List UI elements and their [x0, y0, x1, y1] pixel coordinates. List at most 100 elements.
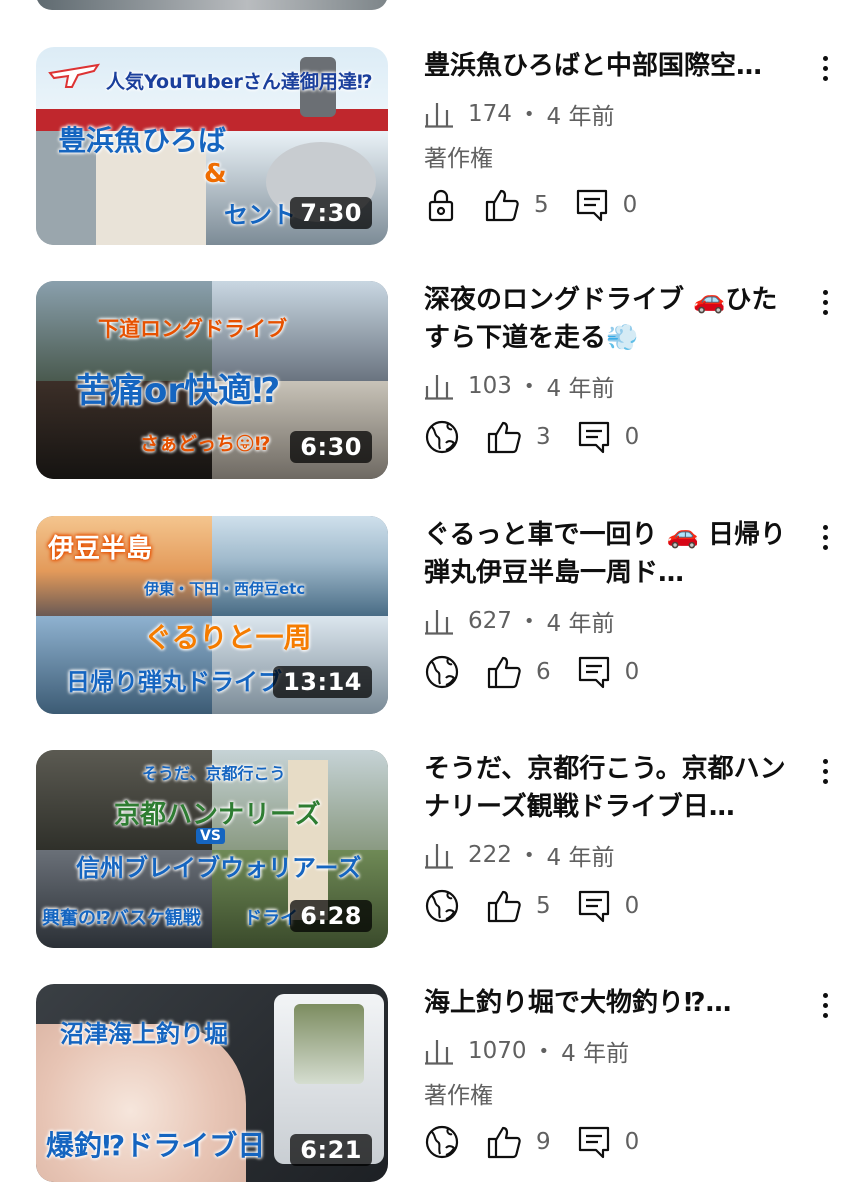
privacy-button[interactable] [424, 188, 458, 222]
copyright-label[interactable]: 著作権 [424, 1076, 794, 1109]
video-title[interactable]: 海上釣り堀で大物釣り⁉… [424, 984, 794, 1022]
view-count: 174 [468, 101, 512, 127]
thumbnail-text: 豊浜魚ひろば [58, 124, 227, 157]
lock-icon [428, 189, 454, 222]
video-title[interactable]: ぐるっと車で一回り 🚗 日帰り弾丸伊豆半島一周ド… [424, 516, 794, 592]
video-item[interactable]: そうだ、京都行こう 京都ハンナリーズ VS 信州ブレイブウォリアーズ 興奮の⁉バ… [0, 750, 861, 950]
thumbnail-text: 下道ロングドライブ [98, 317, 287, 341]
thumbnail-text: さぁどっち😛⁉ [140, 433, 271, 455]
video-item[interactable]: 伊豆半島 伊東・下田・西伊豆etc ぐるりと一周 日帰り弾丸ドライブ 13:14… [0, 516, 861, 716]
comment-count: 0 [624, 424, 640, 450]
comment-icon [578, 656, 609, 689]
thumbnail-text: 日帰り弾丸ドライブ [66, 668, 282, 696]
thumbnail-text: 人気YouTuberさん達御用達⁉ [106, 71, 373, 93]
privacy-button[interactable] [424, 1124, 460, 1160]
comment-button[interactable]: 0 [575, 188, 638, 222]
like-button[interactable]: 9 [486, 1125, 551, 1159]
thumbnail-text: 苦痛or快適⁉ [76, 371, 281, 411]
privacy-button[interactable] [424, 888, 460, 924]
video-duration: 6:30 [290, 431, 372, 463]
view-count: 1070 [468, 1038, 527, 1064]
copyright-label[interactable]: 著作権 [424, 139, 794, 172]
like-count: 5 [534, 192, 549, 218]
comment-icon [578, 421, 609, 454]
thumbs-up-icon [485, 189, 519, 222]
thumbnail-text: 伊東・下田・西伊豆etc [144, 580, 306, 598]
view-count: 222 [468, 842, 512, 868]
video-title[interactable]: そうだ、京都行こう。京都ハンナリーズ観戦ドライブ日… [424, 750, 794, 826]
thumbnail-text: VS [196, 828, 225, 844]
comment-button[interactable]: 0 [577, 1125, 640, 1159]
video-thumbnail[interactable]: 下道ロングドライブ 苦痛or快適⁉ さぁどっち😛⁉ 6:30 [36, 281, 388, 479]
video-thumbnail[interactable]: 人気YouTuberさん達御用達⁉ 豊浜魚ひろば & セント 7:30 [36, 47, 388, 245]
video-item[interactable]: 沼津海上釣り堀 爆釣⁉ドライブ日 6:21 海上釣り堀で大物釣り⁉… 1070 … [0, 984, 861, 1184]
video-duration: 6:21 [290, 1134, 372, 1166]
globe-icon [425, 420, 459, 454]
analytics-icon [425, 610, 453, 635]
analytics-icon [425, 844, 453, 869]
comment-count: 0 [622, 192, 638, 218]
thumbnail-text: 伊豆半島 [48, 534, 153, 564]
like-count: 9 [536, 1129, 551, 1155]
thumbnail-text: セント [224, 201, 296, 229]
upload-age: 4 年前 [546, 611, 615, 637]
thumbs-up-icon [487, 890, 521, 923]
video-duration: 6:28 [290, 900, 372, 932]
video-thumbnail[interactable]: 伊豆半島 伊東・下田・西伊豆etc ぐるりと一周 日帰り弾丸ドライブ 13:14 [36, 516, 388, 714]
video-item[interactable]: 下道ロングドライブ 苦痛or快適⁉ さぁどっち😛⁉ 6:30 深夜のロングドライ… [0, 281, 861, 481]
more-options-button[interactable] [808, 754, 842, 788]
thumbs-up-icon [487, 656, 521, 689]
thumbnail-text: ぐるりと一周 [144, 621, 312, 654]
comment-count: 0 [624, 1129, 640, 1155]
more-options-button[interactable] [808, 51, 842, 85]
comment-icon [578, 890, 609, 923]
thumbnail-text: 京都ハンナリーズ [114, 800, 321, 830]
privacy-button[interactable] [424, 654, 460, 690]
comment-button[interactable]: 0 [577, 420, 640, 454]
globe-icon [425, 655, 459, 689]
previous-video-thumbnail[interactable] [36, 0, 388, 10]
like-button[interactable]: 3 [486, 420, 551, 454]
like-button[interactable]: 5 [486, 889, 551, 923]
comment-count: 0 [624, 659, 640, 685]
like-count: 5 [536, 893, 551, 919]
thumbnail-text: & [204, 159, 227, 189]
thumbnail-text: そうだ、京都行こう [142, 764, 286, 783]
thumbnail-text: 信州ブレイブウォリアーズ [76, 854, 362, 882]
video-duration: 7:30 [290, 197, 372, 229]
airplane-icon [48, 63, 100, 88]
privacy-button[interactable] [424, 419, 460, 455]
globe-icon [425, 1125, 459, 1159]
like-count: 3 [536, 424, 551, 450]
thumbnail-text: 沼津海上釣り堀 [60, 1020, 228, 1048]
comment-button[interactable]: 0 [577, 655, 640, 689]
upload-age: 4 年前 [546, 376, 615, 402]
upload-age: 4 年前 [561, 1041, 630, 1067]
like-button[interactable]: 5 [484, 188, 549, 222]
more-options-button[interactable] [808, 520, 842, 554]
more-options-button[interactable] [808, 988, 842, 1022]
analytics-icon [425, 1040, 453, 1065]
thumbs-up-icon [487, 421, 521, 454]
like-button[interactable]: 6 [486, 655, 551, 689]
view-count: 103 [468, 373, 512, 399]
video-thumbnail[interactable]: 沼津海上釣り堀 爆釣⁉ドライブ日 6:21 [36, 984, 388, 1182]
video-title[interactable]: 深夜のロングドライブ 🚗ひたすら下道を走る💨 [424, 281, 794, 357]
video-thumbnail[interactable]: そうだ、京都行こう 京都ハンナリーズ VS 信州ブレイブウォリアーズ 興奮の⁉バ… [36, 750, 388, 948]
video-item[interactable]: 人気YouTuberさん達御用達⁉ 豊浜魚ひろば & セント 7:30 豊浜魚ひ… [0, 47, 861, 247]
view-count: 627 [468, 608, 512, 634]
comment-button[interactable]: 0 [577, 889, 640, 923]
upload-age: 4 年前 [546, 104, 615, 130]
thumbnail-text: 爆釣⁉ドライブ日 [46, 1129, 266, 1162]
analytics-icon [425, 375, 453, 400]
thumbnail-text: 興奮の⁉バスケ観戦 [42, 908, 201, 929]
upload-age: 4 年前 [546, 845, 615, 871]
comment-count: 0 [624, 893, 640, 919]
analytics-icon [425, 103, 453, 128]
thumbs-up-icon [487, 1126, 521, 1159]
more-options-button[interactable] [808, 285, 842, 319]
video-title[interactable]: 豊浜魚ひろばと中部国際空… [424, 47, 794, 85]
like-count: 6 [536, 659, 551, 685]
video-duration: 13:14 [273, 666, 372, 698]
comment-icon [576, 189, 607, 222]
